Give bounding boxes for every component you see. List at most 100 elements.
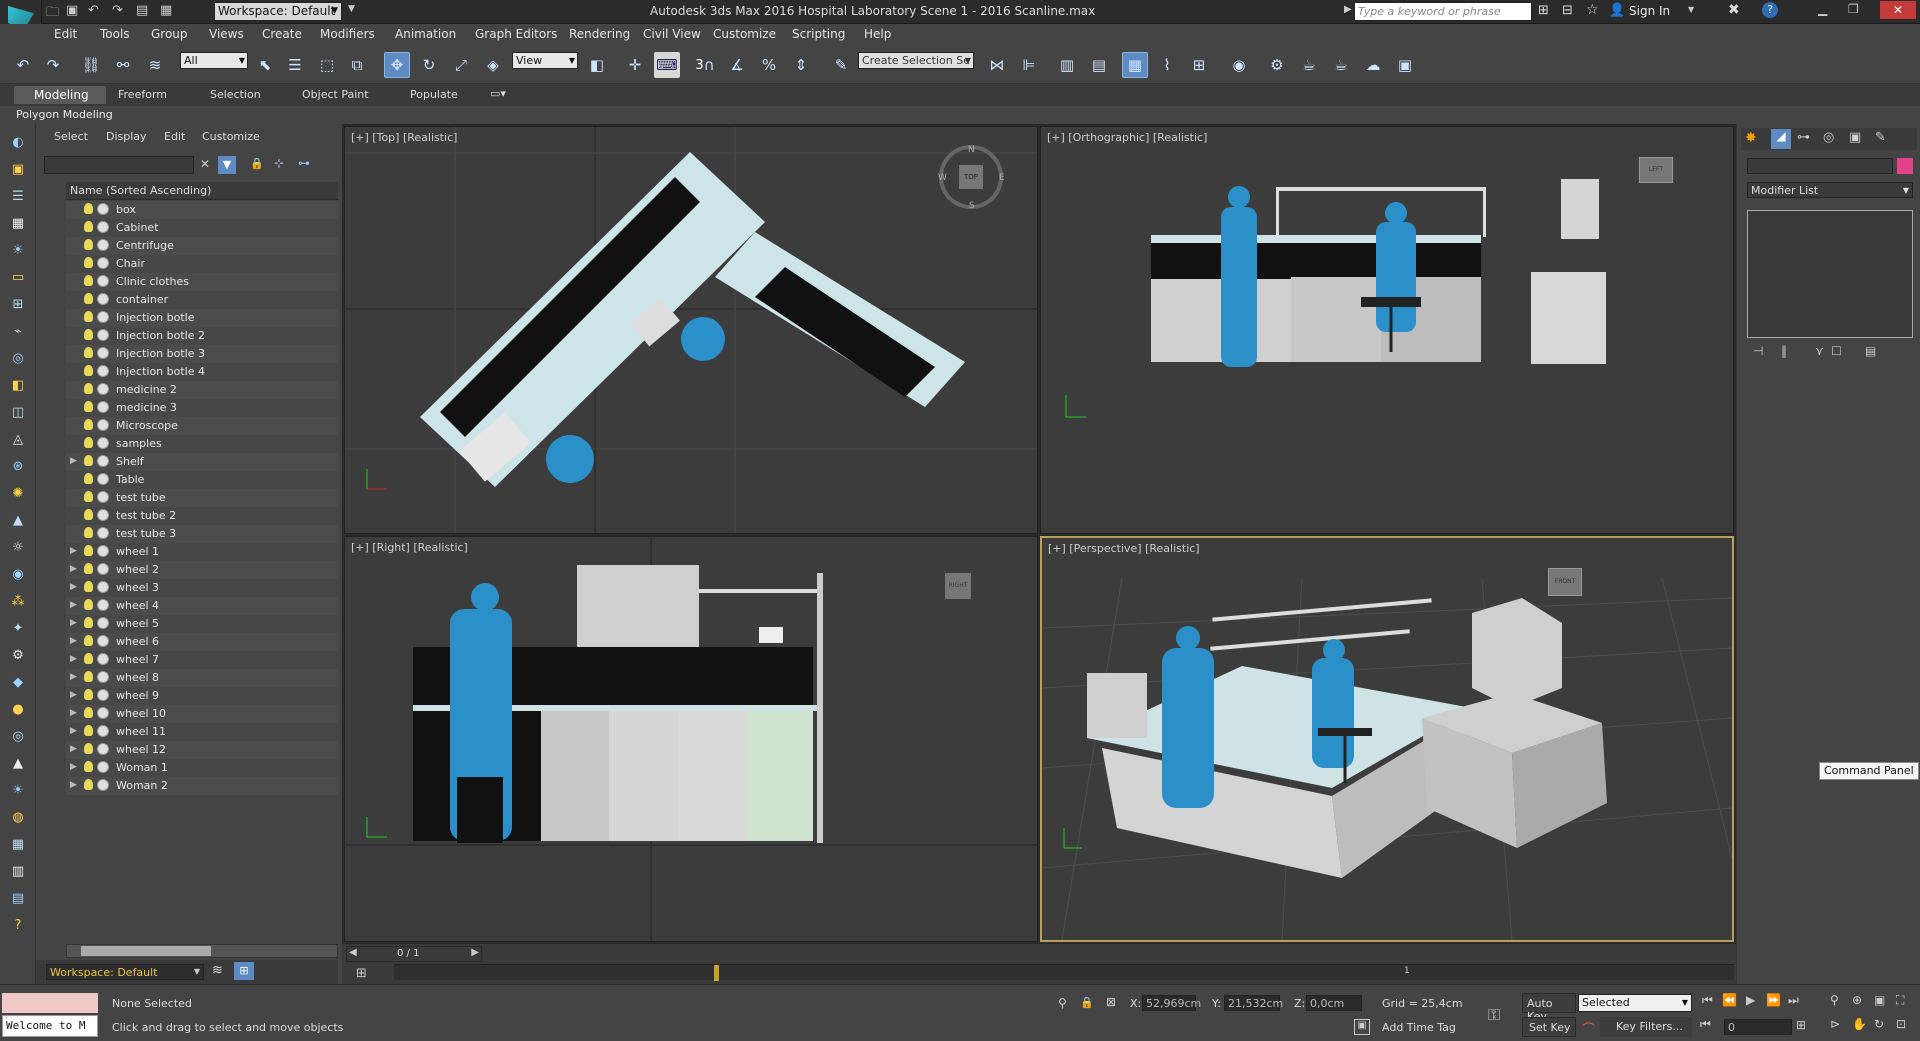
- cone-icon[interactable]: ▲: [7, 753, 29, 773]
- user-icon[interactable]: 👤: [1609, 3, 1625, 18]
- create-sphere-icon[interactable]: ◐: [7, 132, 29, 152]
- track-bar-icon[interactable]: ⊞: [356, 966, 367, 981]
- list-item[interactable]: Injection botle: [66, 309, 338, 327]
- favorites-icon[interactable]: ☆: [1586, 2, 1599, 18]
- select-and-place-icon[interactable]: ◈: [480, 52, 506, 78]
- motion-tab-icon[interactable]: ◎: [1823, 130, 1834, 145]
- show-end-result-icon[interactable]: ‖: [1781, 344, 1787, 358]
- visibility-bulb-icon[interactable]: [84, 563, 93, 574]
- geosphere-icon[interactable]: ◍: [7, 807, 29, 827]
- create-tab-icon[interactable]: ✸: [1745, 130, 1757, 146]
- modifier-stack[interactable]: [1747, 210, 1913, 338]
- visibility-bulb-icon[interactable]: [84, 257, 93, 268]
- list-item[interactable]: Injection botle 4: [66, 363, 338, 381]
- list-item[interactable]: medicine 3: [66, 399, 338, 417]
- create-box-icon[interactable]: ▣: [7, 159, 29, 179]
- tab-populate[interactable]: Populate: [410, 88, 458, 101]
- grid-icon[interactable]: ▦: [7, 834, 29, 854]
- select-object-icon[interactable]: ⬉: [252, 52, 278, 78]
- object-name-field[interactable]: [1747, 158, 1893, 174]
- expand-icon[interactable]: ▶: [70, 546, 77, 556]
- viewport-ortho-label[interactable]: [+] [Orthographic] [Realistic]: [1047, 131, 1207, 144]
- filter-icon[interactable]: ▼: [218, 156, 236, 174]
- keyboard-shortcut-override-icon[interactable]: ⌨: [654, 52, 680, 78]
- current-frame-field[interactable]: 0: [1724, 1019, 1792, 1035]
- curve-editor-icon[interactable]: ⌇: [1154, 52, 1180, 78]
- maxscript-mini-listener[interactable]: [2, 993, 98, 1013]
- list-item[interactable]: ▶ wheel 4: [66, 597, 338, 615]
- go-to-end-icon[interactable]: ⏭: [1788, 993, 1799, 1008]
- menu-graph-editors[interactable]: Graph Editors: [475, 27, 557, 41]
- selection-filter-dropdown[interactable]: All ▼: [180, 52, 248, 69]
- orbit-icon[interactable]: ↻: [1874, 1017, 1884, 1031]
- viewport-layout-icon[interactable]: ▤: [7, 888, 29, 908]
- next-frame-icon[interactable]: ▶: [471, 947, 479, 958]
- modify-tab-icon[interactable]: ◢: [1771, 129, 1791, 149]
- next-frame-icon[interactable]: ⏩: [1766, 993, 1781, 1007]
- restore-icon[interactable]: ❐: [1848, 2, 1859, 16]
- list-item[interactable]: ▶ wheel 10: [66, 705, 338, 723]
- time-tag-icon[interactable]: ▣: [1354, 1019, 1370, 1035]
- undo-icon[interactable]: ↶: [88, 3, 99, 18]
- list-item[interactable]: ▶ wheel 1: [66, 543, 338, 561]
- visibility-bulb-icon[interactable]: [84, 761, 93, 772]
- material-editor-icon[interactable]: ◉: [1226, 52, 1252, 78]
- tab-freeform[interactable]: Freeform: [118, 88, 167, 101]
- plane-icon[interactable]: ▦: [7, 213, 29, 233]
- rendered-frame-window-icon[interactable]: ☕: [1296, 52, 1322, 78]
- expand-icon[interactable]: ▶: [70, 654, 77, 664]
- expand-icon[interactable]: ▶: [70, 600, 77, 610]
- viewport-persp-label[interactable]: [+] [Perspective] [Realistic]: [1048, 542, 1200, 555]
- list-item[interactable]: Clinic clothes: [66, 273, 338, 291]
- explorer-search-input[interactable]: [44, 156, 194, 174]
- edit-named-selection-icon[interactable]: ✎: [828, 52, 854, 78]
- paint-icon[interactable]: ☼: [7, 537, 29, 557]
- subscription-icon[interactable]: ⊟: [1562, 3, 1573, 18]
- time-config-icon[interactable]: ⊞: [1796, 1018, 1806, 1032]
- explorer-menu-select[interactable]: Select: [54, 130, 88, 143]
- expand-icon[interactable]: ▶: [70, 690, 77, 700]
- project-icon[interactable]: ▦: [160, 3, 172, 18]
- visibility-bulb-icon[interactable]: [84, 473, 93, 484]
- light-icon[interactable]: ☀: [7, 240, 29, 260]
- holdfetch-icon[interactable]: ▤: [136, 3, 148, 18]
- workspace-footer-dropdown[interactable]: Workspace: Default ▼: [46, 964, 204, 980]
- camera-icon[interactable]: ▭: [7, 267, 29, 287]
- list-item[interactable]: ▶ wheel 12: [66, 741, 338, 759]
- scene-explorer-icon[interactable]: ▦: [1122, 52, 1148, 78]
- zoom-icon[interactable]: ⚲: [1830, 993, 1839, 1007]
- select-and-scale-icon[interactable]: ⤢: [448, 52, 474, 78]
- visibility-bulb-icon[interactable]: [84, 725, 93, 736]
- list-item[interactable]: samples: [66, 435, 338, 453]
- visibility-bulb-icon[interactable]: [84, 635, 93, 646]
- expand-icon[interactable]: ▶: [70, 780, 77, 790]
- add-time-tag[interactable]: Add Time Tag: [1382, 1021, 1456, 1034]
- expand-icon[interactable]: ▶: [70, 762, 77, 772]
- select-and-move-icon[interactable]: ✥: [384, 52, 410, 78]
- layers-icon[interactable]: ≋: [212, 963, 223, 978]
- menu-modifiers[interactable]: Modifiers: [320, 27, 375, 41]
- list-item[interactable]: ▶ wheel 8: [66, 669, 338, 687]
- display-tab-icon[interactable]: ▣: [1849, 130, 1861, 145]
- zoom-extents-icon[interactable]: ▣: [1874, 993, 1885, 1007]
- explorer-menu-customize[interactable]: Customize: [202, 130, 260, 143]
- tab-object-paint[interactable]: Object Paint: [302, 88, 369, 101]
- sun-icon[interactable]: ☀: [7, 780, 29, 800]
- visibility-bulb-icon[interactable]: [84, 545, 93, 556]
- menu-create[interactable]: Create: [262, 27, 302, 41]
- visibility-bulb-icon[interactable]: [84, 491, 93, 502]
- expand-icon[interactable]: ▶: [70, 564, 77, 574]
- viewport-perspective[interactable]: FRONT [+] [Perspective] [Realistic]: [1040, 536, 1734, 942]
- menu-animation[interactable]: Animation: [395, 27, 456, 41]
- viewport-top-label[interactable]: [+] [Top] [Realistic]: [351, 131, 457, 144]
- redo-icon[interactable]: ↷: [40, 52, 66, 78]
- hierarchy-view-icon[interactable]: ⊞: [234, 962, 254, 980]
- maximize-viewport-icon[interactable]: ⊡: [1896, 1017, 1906, 1031]
- list-item[interactable]: ▶ wheel 11: [66, 723, 338, 741]
- snaps-toggle-icon[interactable]: 3 ∩: [692, 52, 718, 78]
- hair-icon[interactable]: ⁂: [7, 591, 29, 611]
- window-crossing-icon[interactable]: ⧉: [344, 52, 370, 78]
- visibility-bulb-icon[interactable]: [84, 455, 93, 466]
- key-mode-dropdown[interactable]: Selected ▼: [1578, 994, 1692, 1012]
- utilities-tab-icon[interactable]: ✎: [1875, 130, 1886, 145]
